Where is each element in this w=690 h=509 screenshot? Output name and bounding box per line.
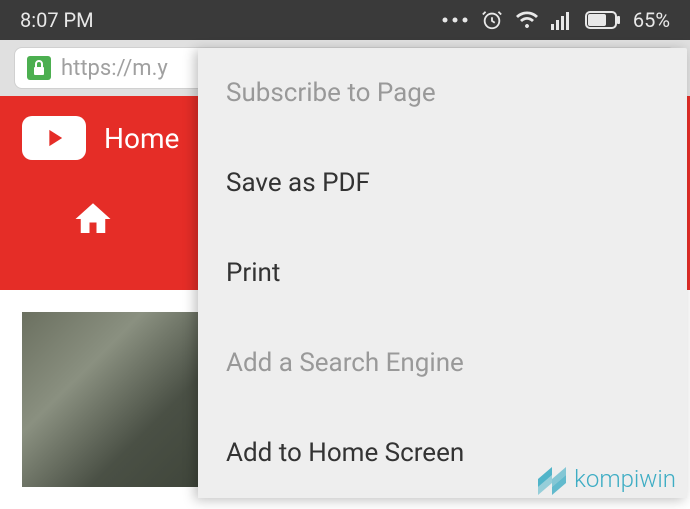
home-icon[interactable] <box>72 198 114 240</box>
lock-icon <box>27 56 51 80</box>
signal-icon <box>551 10 573 30</box>
battery-percent: 65% <box>633 8 670 32</box>
kompiwin-icon <box>536 463 568 495</box>
menu-subscribe-page: Subscribe to Page <box>198 48 687 138</box>
status-icons: 65% <box>441 8 670 32</box>
status-bar: 8:07 PM 65% <box>0 0 690 40</box>
menu-save-pdf[interactable]: Save as PDF <box>198 138 687 228</box>
status-time: 8:07 PM <box>20 8 94 32</box>
url-text: https://m.y <box>61 56 168 81</box>
alarm-icon <box>481 9 503 31</box>
menu-print[interactable]: Print <box>198 228 687 318</box>
dots-icon <box>441 16 469 24</box>
browser-menu: Subscribe to Page Save as PDF Print Add … <box>198 48 687 498</box>
menu-add-search-engine: Add a Search Engine <box>198 318 687 408</box>
watermark: kompiwin <box>536 463 676 495</box>
youtube-logo[interactable] <box>22 116 86 160</box>
watermark-text: kompiwin <box>574 465 676 493</box>
battery-icon <box>585 11 621 29</box>
wifi-icon <box>515 10 539 30</box>
home-label[interactable]: Home <box>104 122 179 155</box>
